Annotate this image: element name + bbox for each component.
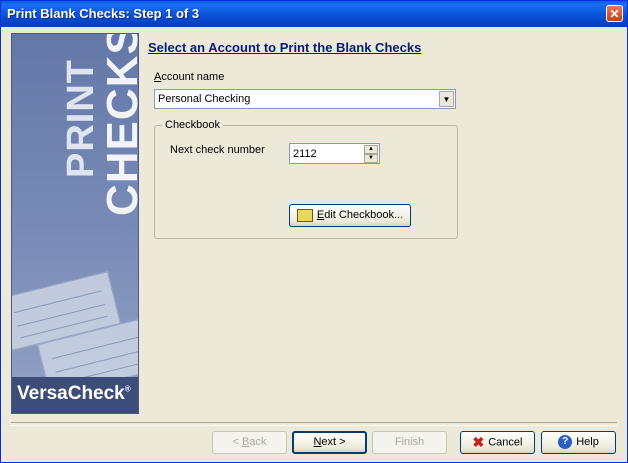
banner-print-text: PRINT <box>60 59 102 178</box>
account-name-label: Account name <box>154 71 225 83</box>
page-heading: Select an Account to Print the Blank Che… <box>148 40 422 55</box>
next-button[interactable]: Next > <box>292 431 367 454</box>
close-button[interactable]: ✕ <box>606 5 623 22</box>
next-check-number-stepper[interactable]: 2112 ▲ ▼ <box>289 143 380 164</box>
wizard-window: Print Blank Checks: Step 1 of 3 ✕ PRINT … <box>0 0 628 463</box>
dropdown-arrow-icon[interactable]: ▼ <box>439 91 454 107</box>
sidebar-banner: PRINT CHECKS VersaCheck® <box>11 33 139 414</box>
brand-logo: VersaCheck® <box>17 383 131 404</box>
finish-button[interactable]: Finish <box>372 431 447 454</box>
window-title: Print Blank Checks: Step 1 of 3 <box>7 6 200 21</box>
edit-checkbook-button[interactable]: Edit Checkbook... <box>289 204 411 227</box>
wizard-body: PRINT CHECKS VersaCheck® Select an Accou… <box>4 28 624 459</box>
help-button[interactable]: ? Help <box>541 431 616 454</box>
spin-down-icon[interactable]: ▼ <box>364 154 378 163</box>
back-button[interactable]: < Back <box>212 431 287 454</box>
checkbook-group-title: Checkbook <box>162 119 224 131</box>
help-icon: ? <box>558 435 573 450</box>
edit-pencil-icon <box>296 208 313 222</box>
close-icon: ✕ <box>609 7 620 21</box>
account-name-value: Personal Checking <box>158 93 251 105</box>
cancel-button[interactable]: ✖ Cancel <box>460 431 535 454</box>
spin-up-icon[interactable]: ▲ <box>364 145 378 154</box>
footer-separator <box>11 422 617 426</box>
title-bar: Print Blank Checks: Step 1 of 3 ✕ <box>1 1 627 27</box>
next-check-number-label: Next check number <box>170 144 265 156</box>
account-name-select[interactable]: Personal Checking ▼ <box>154 89 456 109</box>
cancel-x-icon: ✖ <box>472 434 485 450</box>
next-check-number-value: 2112 <box>293 148 317 160</box>
brand-bar: VersaCheck® <box>12 377 138 413</box>
banner-checks-text: CHECKS <box>98 33 139 216</box>
